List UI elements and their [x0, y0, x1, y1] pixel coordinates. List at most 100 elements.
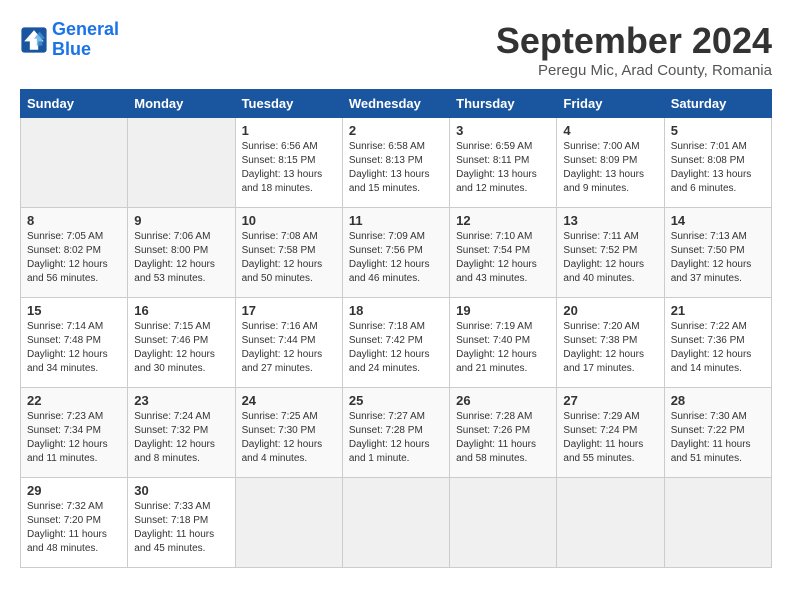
- header-cell-sunday: Sunday: [21, 90, 128, 118]
- day-info: Sunrise: 7:22 AMSunset: 7:36 PMDaylight:…: [671, 320, 765, 376]
- calendar-cell: 14Sunrise: 7:13 AMSunset: 7:50 PMDayligh…: [664, 208, 771, 298]
- calendar-cell: 28 Sunrise: 7:30 AMSunset: 7:22 PMDayligh…: [664, 388, 771, 478]
- day-number: 9: [134, 213, 228, 228]
- day-number: 29: [27, 483, 121, 498]
- calendar-cell: 27Sunrise: 7:29 AMSunset: 7:24 PMDayligh…: [557, 388, 664, 478]
- calendar-cell: 4 Sunrise: 7:00 AMSunset: 8:09 PMDaylight…: [557, 118, 664, 208]
- logo-text: General Blue: [52, 20, 119, 60]
- calendar-cell: 20 Sunrise: 7:20 AMSunset: 7:38 PMDayligh…: [557, 298, 664, 388]
- week-row-1: 1 Sunrise: 6:56 AMSunset: 8:15 PMDaylight…: [21, 118, 772, 208]
- day-info: Sunrise: 7:29 AMSunset: 7:24 PMDaylight:…: [563, 410, 657, 466]
- header-cell-monday: Monday: [128, 90, 235, 118]
- day-number: 16: [134, 303, 228, 318]
- calendar-cell: 5 Sunrise: 7:01 AMSunset: 8:08 PMDaylight…: [664, 118, 771, 208]
- week-row-5: 29 Sunrise: 7:32 AMSunset: 7:20 PMDayligh…: [21, 478, 772, 568]
- day-number: 13: [563, 213, 657, 228]
- calendar-cell: 25 Sunrise: 7:27 AMSunset: 7:28 PMDayligh…: [342, 388, 449, 478]
- calendar-cell: [128, 118, 235, 208]
- calendar-cell: 13 Sunrise: 7:11 AMSunset: 7:52 PMDayligh…: [557, 208, 664, 298]
- day-info: Sunrise: 7:09 AMSunset: 7:56 PMDaylight:…: [349, 230, 443, 286]
- calendar-cell: 24 Sunrise: 7:25 AMSunset: 7:30 PMDayligh…: [235, 388, 342, 478]
- day-info: Sunrise: 7:01 AMSunset: 8:08 PMDaylight:…: [671, 140, 765, 196]
- day-number: 15: [27, 303, 121, 318]
- calendar-cell: [450, 478, 557, 568]
- calendar-cell: 17 Sunrise: 7:16 AMSunset: 7:44 PMDayligh…: [235, 298, 342, 388]
- day-info: Sunrise: 6:59 AMSunset: 8:11 PMDaylight:…: [456, 140, 550, 196]
- day-info: Sunrise: 7:25 AMSunset: 7:30 PMDaylight:…: [242, 410, 336, 466]
- day-number: 22: [27, 393, 121, 408]
- day-info: Sunrise: 7:24 AMSunset: 7:32 PMDaylight:…: [134, 410, 228, 466]
- calendar-cell: 30 Sunrise: 7:33 AMSunset: 7:18 PMDayligh…: [128, 478, 235, 568]
- calendar-cell: 16 Sunrise: 7:15 AMSunset: 7:46 PMDayligh…: [128, 298, 235, 388]
- week-row-2: 8 Sunrise: 7:05 AMSunset: 8:02 PMDaylight…: [21, 208, 772, 298]
- calendar-cell: 15Sunrise: 7:14 AMSunset: 7:48 PMDayligh…: [21, 298, 128, 388]
- calendar-cell: 3 Sunrise: 6:59 AMSunset: 8:11 PMDaylight…: [450, 118, 557, 208]
- day-number: 8: [27, 213, 121, 228]
- calendar-cell: 9 Sunrise: 7:06 AMSunset: 8:00 PMDaylight…: [128, 208, 235, 298]
- header-cell-wednesday: Wednesday: [342, 90, 449, 118]
- day-number: 24: [242, 393, 336, 408]
- header-row: SundayMondayTuesdayWednesdayThursdayFrid…: [21, 90, 772, 118]
- header-cell-friday: Friday: [557, 90, 664, 118]
- calendar-cell: 11 Sunrise: 7:09 AMSunset: 7:56 PMDayligh…: [342, 208, 449, 298]
- day-info: Sunrise: 7:18 AMSunset: 7:42 PMDaylight:…: [349, 320, 443, 376]
- calendar-cell: [21, 118, 128, 208]
- day-number: 18: [349, 303, 443, 318]
- calendar-table: SundayMondayTuesdayWednesdayThursdayFrid…: [20, 89, 772, 568]
- calendar-cell: 10Sunrise: 7:08 AMSunset: 7:58 PMDayligh…: [235, 208, 342, 298]
- calendar-cell: 2Sunrise: 6:58 AMSunset: 8:13 PMDaylight…: [342, 118, 449, 208]
- day-info: Sunrise: 6:56 AMSunset: 8:15 PMDaylight:…: [242, 140, 336, 196]
- calendar-cell: 23Sunrise: 7:24 AMSunset: 7:32 PMDayligh…: [128, 388, 235, 478]
- day-info: Sunrise: 7:30 AMSunset: 7:22 PMDaylight:…: [671, 410, 765, 466]
- calendar-cell: 18 Sunrise: 7:18 AMSunset: 7:42 PMDayligh…: [342, 298, 449, 388]
- day-info: Sunrise: 7:05 AMSunset: 8:02 PMDaylight:…: [27, 230, 121, 286]
- day-number: 28: [671, 393, 765, 408]
- day-info: Sunrise: 7:10 AMSunset: 7:54 PMDaylight:…: [456, 230, 550, 286]
- logo-line2: Blue: [52, 39, 91, 59]
- day-info: Sunrise: 7:06 AMSunset: 8:00 PMDaylight:…: [134, 230, 228, 286]
- day-number: 4: [563, 123, 657, 138]
- header-cell-thursday: Thursday: [450, 90, 557, 118]
- calendar-cell: [235, 478, 342, 568]
- day-number: 20: [563, 303, 657, 318]
- day-info: Sunrise: 7:28 AMSunset: 7:26 PMDaylight:…: [456, 410, 550, 466]
- day-info: Sunrise: 7:15 AMSunset: 7:46 PMDaylight:…: [134, 320, 228, 376]
- day-number: 5: [671, 123, 765, 138]
- calendar-cell: 29 Sunrise: 7:32 AMSunset: 7:20 PMDayligh…: [21, 478, 128, 568]
- day-number: 21: [671, 303, 765, 318]
- day-info: Sunrise: 6:58 AMSunset: 8:13 PMDaylight:…: [349, 140, 443, 196]
- day-number: 1: [242, 123, 336, 138]
- calendar-cell: [342, 478, 449, 568]
- day-number: 3: [456, 123, 550, 138]
- calendar-cell: 22 Sunrise: 7:23 AMSunset: 7:34 PMDayligh…: [21, 388, 128, 478]
- day-number: 25: [349, 393, 443, 408]
- day-info: Sunrise: 7:20 AMSunset: 7:38 PMDaylight:…: [563, 320, 657, 376]
- day-info: Sunrise: 7:27 AMSunset: 7:28 PMDaylight:…: [349, 410, 443, 466]
- title-block: September 2024 Peregu Mic, Arad County, …: [496, 20, 772, 79]
- logo-line1: General: [52, 19, 119, 39]
- day-info: Sunrise: 7:11 AMSunset: 7:52 PMDaylight:…: [563, 230, 657, 286]
- calendar-cell: 19Sunrise: 7:19 AMSunset: 7:40 PMDayligh…: [450, 298, 557, 388]
- day-info: Sunrise: 7:33 AMSunset: 7:18 PMDaylight:…: [134, 500, 228, 556]
- day-info: Sunrise: 7:32 AMSunset: 7:20 PMDaylight:…: [27, 500, 121, 556]
- day-info: Sunrise: 7:00 AMSunset: 8:09 PMDaylight:…: [563, 140, 657, 196]
- location-subtitle: Peregu Mic, Arad County, Romania: [496, 62, 772, 79]
- header-cell-tuesday: Tuesday: [235, 90, 342, 118]
- week-row-4: 22 Sunrise: 7:23 AMSunset: 7:34 PMDayligh…: [21, 388, 772, 478]
- calendar-cell: 8 Sunrise: 7:05 AMSunset: 8:02 PMDaylight…: [21, 208, 128, 298]
- day-number: 11: [349, 213, 443, 228]
- calendar-cell: 1 Sunrise: 6:56 AMSunset: 8:15 PMDaylight…: [235, 118, 342, 208]
- day-number: 14: [671, 213, 765, 228]
- day-info: Sunrise: 7:16 AMSunset: 7:44 PMDaylight:…: [242, 320, 336, 376]
- calendar-cell: 12Sunrise: 7:10 AMSunset: 7:54 PMDayligh…: [450, 208, 557, 298]
- calendar-cell: 21 Sunrise: 7:22 AMSunset: 7:36 PMDayligh…: [664, 298, 771, 388]
- day-info: Sunrise: 7:23 AMSunset: 7:34 PMDaylight:…: [27, 410, 121, 466]
- day-info: Sunrise: 7:19 AMSunset: 7:40 PMDaylight:…: [456, 320, 550, 376]
- week-row-3: 15Sunrise: 7:14 AMSunset: 7:48 PMDayligh…: [21, 298, 772, 388]
- header-cell-saturday: Saturday: [664, 90, 771, 118]
- day-number: 17: [242, 303, 336, 318]
- month-title: September 2024: [496, 20, 772, 62]
- day-number: 30: [134, 483, 228, 498]
- logo: General Blue: [20, 20, 119, 60]
- day-info: Sunrise: 7:08 AMSunset: 7:58 PMDaylight:…: [242, 230, 336, 286]
